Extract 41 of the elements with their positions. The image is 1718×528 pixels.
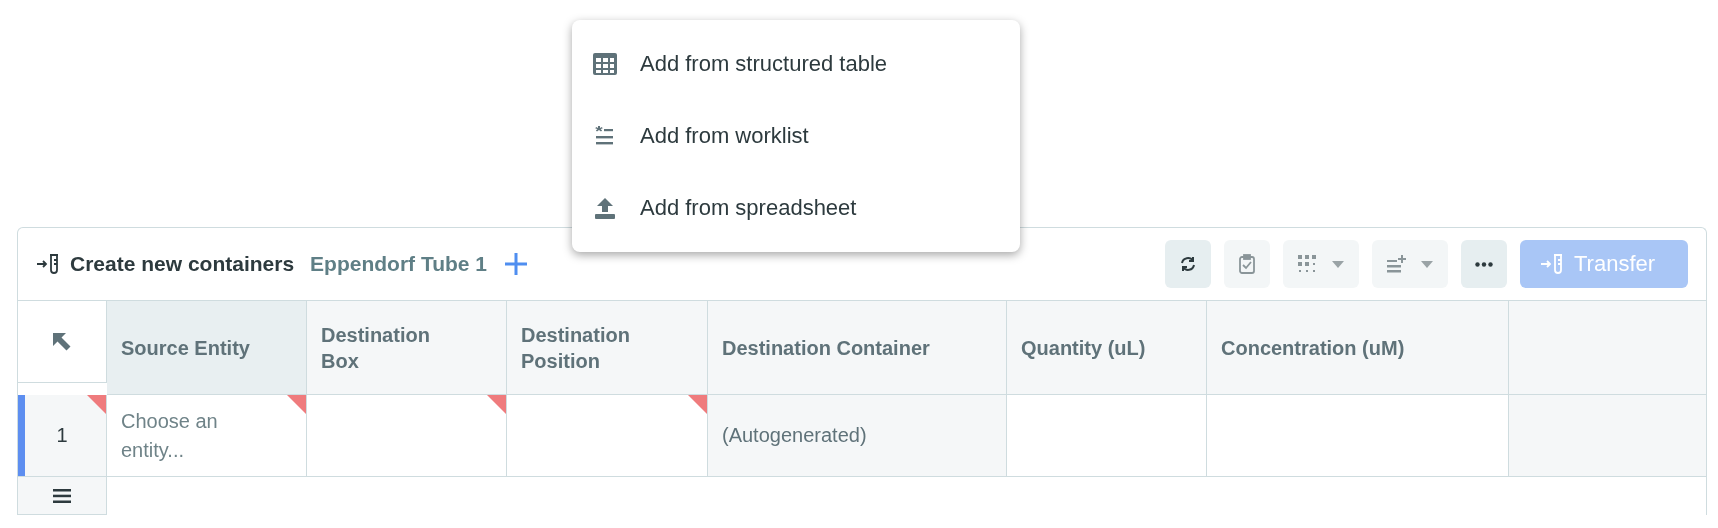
- clipboard-button[interactable]: [1224, 240, 1270, 288]
- more-icon: [1475, 261, 1493, 267]
- clipboard-check-icon: [1238, 254, 1256, 274]
- table-cell[interactable]: [307, 395, 507, 477]
- table-cell[interactable]: [1207, 395, 1509, 477]
- upload-icon: [594, 197, 616, 219]
- list-button[interactable]: [1372, 240, 1448, 288]
- worklist-icon: [595, 126, 615, 146]
- add-row-button[interactable]: [18, 477, 107, 515]
- grid-button[interactable]: [1283, 240, 1359, 288]
- add-button[interactable]: [505, 253, 528, 275]
- refresh-button[interactable]: [1165, 240, 1211, 288]
- select-all-button[interactable]: [18, 301, 107, 383]
- column-header[interactable]: Destination Position: [507, 301, 708, 395]
- menu-item[interactable]: Add from structured table: [572, 28, 1020, 100]
- grid-icon: [1298, 255, 1318, 273]
- column-header[interactable]: Quantity (uL): [1007, 301, 1207, 395]
- caret-icon: [1421, 260, 1433, 268]
- column-header[interactable]: Source Entity: [107, 301, 307, 395]
- table-icon: [593, 53, 617, 75]
- add-list-icon: [1387, 255, 1407, 273]
- table-cell[interactable]: [1007, 395, 1207, 477]
- plus-icon: [505, 253, 528, 275]
- menu-icon: [53, 488, 71, 503]
- more-button[interactable]: [1461, 240, 1507, 288]
- container-type: Eppendorf Tube 1: [310, 252, 488, 276]
- caret-icon: [1332, 260, 1344, 268]
- row-number[interactable]: 1: [18, 395, 107, 477]
- table-cell[interactable]: [507, 395, 708, 477]
- menu-item[interactable]: Add from spreadsheet: [572, 172, 1020, 244]
- column-header[interactable]: Destination Box: [307, 301, 507, 395]
- refresh-icon: [1179, 255, 1197, 273]
- column-header[interactable]: Destination Container: [708, 301, 1007, 395]
- tube-arrow-icon: [1540, 253, 1564, 275]
- panel-title: Create new containers: [70, 252, 295, 276]
- arrow-icon: [51, 330, 73, 353]
- menu-item[interactable]: Add from worklist: [572, 100, 1020, 172]
- table-cell[interactable]: Choose an entity...: [107, 395, 307, 477]
- column-header[interactable]: Concentration (uM): [1207, 301, 1509, 395]
- tube-arrow-icon: [36, 253, 60, 275]
- table-cell: (Autogenerated): [708, 395, 1007, 477]
